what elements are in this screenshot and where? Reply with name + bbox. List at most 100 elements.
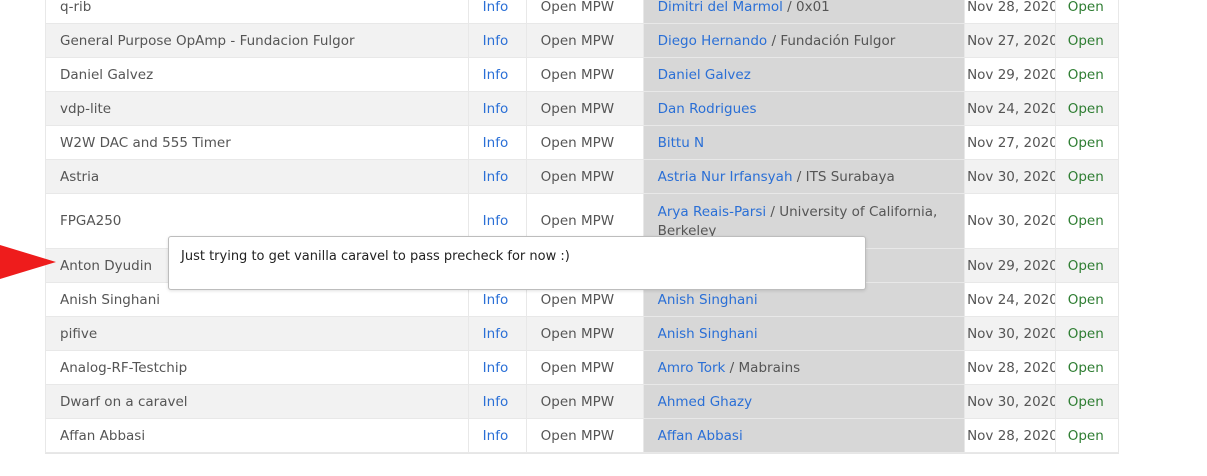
status-cell: Open [1054, 418, 1120, 453]
red-arrow-pointer-icon [0, 245, 56, 279]
shuttle-type: Open MPW [540, 0, 615, 15]
table-row: W2W DAC and 555 Timer Info Open MPW Bittu N… [45, 125, 1120, 160]
submission-date: Nov 24, 2020 [967, 291, 1056, 308]
shuttle-type: Open MPW [540, 100, 615, 117]
project-name: pifive [60, 325, 98, 342]
author-affiliation: Fundación Fulgor [780, 32, 896, 49]
author-link[interactable]: Affan Abbasi [658, 428, 743, 444]
table-row: General Purpose OpAmp - Fundacion Fulgor… [45, 23, 1120, 58]
author-link[interactable]: Arya Reais-Parsi [658, 204, 767, 220]
author-cell: Dan Rodrigues [642, 91, 966, 126]
date-cell: Nov 28, 2020 [964, 0, 1056, 24]
status-badge: Open [1067, 0, 1104, 15]
project-name: Anish Singhani [60, 291, 161, 308]
date-cell: Nov 28, 2020 [964, 418, 1056, 453]
project-name: General Purpose OpAmp - Fundacion Fulgor [60, 32, 355, 49]
author-cell: Ahmed Ghazy [642, 384, 966, 419]
author-affiliation: ITS Surabaya [805, 168, 895, 185]
submission-date: Nov 28, 2020 [967, 0, 1056, 15]
info-link[interactable]: Info [483, 326, 509, 342]
author-cell: Dimitri del Marmol / 0x01 [642, 0, 966, 24]
info-cell: Info [467, 91, 527, 126]
project-name: W2W DAC and 555 Timer [60, 134, 231, 151]
project-name: q-rib [60, 0, 92, 15]
author-link[interactable]: Anish Singhani [658, 292, 758, 308]
status-cell: Open [1054, 159, 1120, 194]
author-cell: Daniel Galvez [642, 57, 966, 92]
info-link[interactable]: Info [483, 360, 509, 376]
info-link[interactable]: Info [483, 101, 509, 117]
status-cell: Open [1054, 248, 1120, 283]
author-link[interactable]: Astria Nur Irfansyah [658, 169, 793, 185]
project-name: Astria [60, 168, 100, 185]
project-name-cell: q-rib [45, 0, 469, 24]
info-cell: Info [467, 0, 527, 24]
author-link[interactable]: Anish Singhani [658, 326, 758, 342]
author-link[interactable]: Dimitri del Marmol [658, 0, 783, 15]
projects-table-container: q-rib Info Open MPW Dimitri del Marmol / 0x… [45, 0, 1120, 454]
info-cell: Info [467, 316, 527, 351]
shuttle-type: Open MPW [540, 66, 615, 83]
info-cell: Info [467, 418, 527, 453]
status-cell: Open [1054, 350, 1120, 385]
table-row: vdp-lite Info Open MPW Dan Rodrigues Nov 24,… [45, 91, 1120, 126]
project-name: Affan Abbasi [60, 427, 146, 444]
status-badge: Open [1067, 168, 1104, 185]
author-cell: Bittu N [642, 125, 966, 160]
author-link[interactable]: Daniel Galvez [658, 67, 751, 83]
info-link[interactable]: Info [483, 0, 509, 15]
date-cell: Nov 27, 2020 [964, 125, 1056, 160]
info-link[interactable]: Info [483, 67, 509, 83]
info-link[interactable]: Info [483, 428, 509, 444]
shuttle-type: Open MPW [540, 325, 615, 342]
submission-date: Nov 27, 2020 [967, 32, 1056, 49]
author-link[interactable]: Bittu N [658, 135, 705, 151]
info-link[interactable]: Info [483, 135, 509, 151]
project-name-cell: Dwarf on a caravel [45, 384, 469, 419]
author-cell: Astria Nur Irfansyah / ITS Surabaya [642, 159, 966, 194]
info-cell: Info [467, 125, 527, 160]
info-cell: Info [467, 23, 527, 58]
info-link[interactable]: Info [483, 33, 509, 49]
submission-date: Nov 24, 2020 [967, 100, 1056, 117]
table-row: Astria Info Open MPW Astria Nur Irfansyah /… [45, 159, 1120, 194]
info-cell: Info [467, 350, 527, 385]
submission-date: Nov 28, 2020 [967, 359, 1056, 376]
status-cell: Open [1054, 125, 1120, 160]
info-link[interactable]: Info [483, 394, 509, 410]
project-name: FPGA250 [60, 213, 122, 229]
submission-date: Nov 30, 2020 [967, 393, 1056, 410]
submission-date: Nov 30, 2020 [967, 213, 1056, 229]
table-row: q-rib Info Open MPW Dimitri del Marmol / 0x… [45, 0, 1120, 24]
status-cell: Open [1054, 316, 1120, 351]
project-name-cell: vdp-lite [45, 91, 469, 126]
info-link[interactable]: Info [483, 169, 509, 185]
info-link[interactable]: Info [483, 292, 509, 308]
date-cell: Nov 28, 2020 [964, 350, 1056, 385]
author-link[interactable]: Diego Hernando [658, 33, 768, 49]
date-cell: Nov 24, 2020 [964, 91, 1056, 126]
author-link[interactable]: Dan Rodrigues [658, 101, 757, 117]
shuttle-type-cell: Open MPW [525, 384, 644, 419]
author-affiliation: Mabrains [738, 359, 801, 376]
shuttle-type-cell: Open MPW [525, 125, 644, 160]
table-row: Affan Abbasi Info Open MPW Affan Abbasi Nov … [45, 418, 1120, 453]
author-link[interactable]: Amro Tork [658, 360, 726, 376]
shuttle-type: Open MPW [540, 134, 615, 151]
author-link[interactable]: Ahmed Ghazy [658, 394, 752, 410]
date-cell: Nov 29, 2020 [964, 57, 1056, 92]
shuttle-type-cell: Open MPW [525, 57, 644, 92]
info-link[interactable]: Info [483, 213, 509, 229]
shuttle-type: Open MPW [540, 213, 615, 229]
submission-date: Nov 27, 2020 [967, 134, 1056, 151]
project-name-cell: pifive [45, 316, 469, 351]
table-row: Dwarf on a caravel Info Open MPW Ahmed Ghaz… [45, 384, 1120, 419]
project-name: Daniel Galvez [60, 66, 154, 83]
date-cell: Nov 30, 2020 [964, 384, 1056, 419]
status-cell: Open [1054, 91, 1120, 126]
shuttle-type-cell: Open MPW [525, 316, 644, 351]
shuttle-type: Open MPW [540, 32, 615, 49]
shuttle-type-cell: Open MPW [525, 418, 644, 453]
submission-date: Nov 30, 2020 [967, 168, 1056, 185]
date-cell: Nov 24, 2020 [964, 282, 1056, 317]
